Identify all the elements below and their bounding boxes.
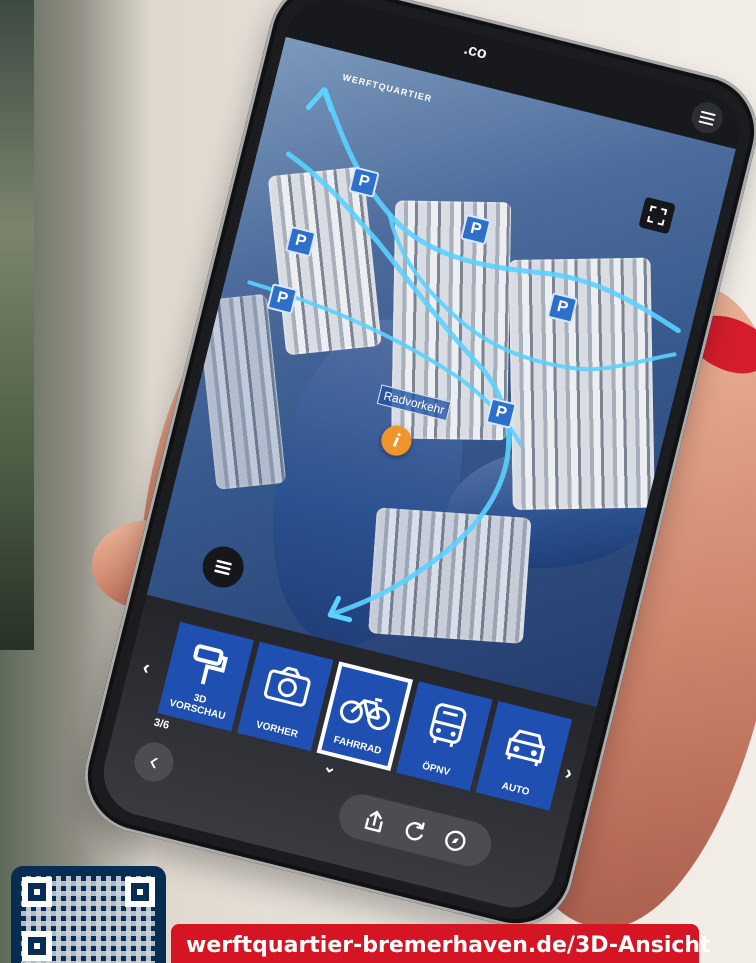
bicycle-icon xyxy=(328,678,406,741)
back-button[interactable]: ‹ xyxy=(130,738,178,786)
qr-finder-pattern xyxy=(22,877,52,907)
mode-label-oepnv: ÖPNV xyxy=(420,760,452,779)
previous-mode-icon[interactable]: ‹ xyxy=(140,656,152,680)
mode-button-auto[interactable]: AUTO xyxy=(475,701,573,811)
camera-icon xyxy=(245,653,330,718)
share-icon[interactable] xyxy=(359,804,391,836)
car-icon xyxy=(484,713,569,778)
action-toolbar xyxy=(334,789,496,871)
mode-button-oepnv[interactable]: ÖPNV xyxy=(396,681,493,791)
mode-label-vorher: VORHER xyxy=(254,719,299,741)
browser-url[interactable]: .co xyxy=(462,41,489,64)
background-photo xyxy=(0,0,34,650)
qr-finder-pattern xyxy=(125,877,155,907)
menu-icon[interactable] xyxy=(688,98,727,137)
chevron-down-icon[interactable]: ⌄ xyxy=(321,756,339,779)
menu-lines-icon xyxy=(698,110,716,126)
hamburger-icon xyxy=(214,559,232,575)
bus-icon xyxy=(404,693,489,758)
mode-button-vorher[interactable]: VORHER xyxy=(236,641,334,752)
mode-button-fahrrad[interactable]: FAHRRAD xyxy=(316,661,414,771)
refresh-icon[interactable] xyxy=(399,815,431,847)
mode-label-auto: AUTO xyxy=(500,780,531,799)
mode-counter: 3/6 xyxy=(152,716,171,732)
qr-finder-pattern xyxy=(22,931,52,961)
mode-button-3d-preview[interactable]: 3D VORSCHAU xyxy=(157,621,254,732)
qr-code[interactable] xyxy=(11,866,166,963)
compass-icon[interactable] xyxy=(440,825,472,857)
promotional-screenshot: .co WERFTQUARTIER P P P P P P Radvorkehr… xyxy=(0,0,756,963)
promo-url-banner[interactable]: werftquartier-bremerhaven.de/3D-Ansicht xyxy=(171,924,711,963)
expand-icon xyxy=(646,205,668,226)
